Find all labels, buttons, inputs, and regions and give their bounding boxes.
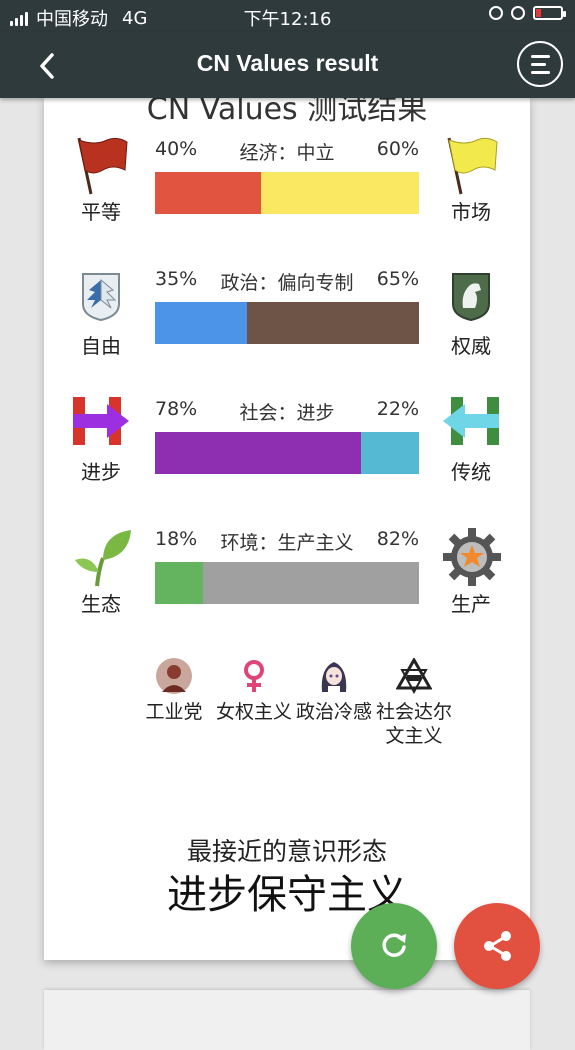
side-liberty: 自由	[71, 270, 131, 359]
signal-icon	[10, 10, 28, 26]
wings-emblem-icon	[73, 270, 129, 326]
menu-icon	[531, 55, 550, 58]
bar-left-segment	[155, 562, 203, 604]
axis-right-percent: 22%	[376, 398, 419, 420]
sprout-icon	[73, 528, 131, 587]
red-flag-icon	[73, 136, 129, 195]
yellow-flag-icon	[443, 136, 499, 195]
side-tradition: 传统	[441, 396, 501, 485]
axis-bar	[155, 562, 419, 604]
horse-emblem-icon	[443, 270, 499, 326]
h-arrow-left-icon	[443, 396, 499, 452]
axis-right-percent: 60%	[376, 138, 419, 160]
side-production: 生产	[441, 528, 501, 617]
side-market: 市场	[441, 136, 501, 225]
axis-bar	[155, 172, 419, 214]
side-label: 平等	[81, 200, 121, 224]
bar-right-segment	[247, 302, 419, 344]
menu-button[interactable]	[517, 41, 563, 87]
tag-label: 社会达尔文主义	[375, 701, 452, 747]
side-label: 生态	[81, 592, 121, 616]
next-card	[44, 990, 530, 1050]
side-label: 权威	[451, 334, 491, 358]
triangle-emblem-icon	[395, 656, 433, 695]
tag-social-darwinism: 社会达尔文主义	[374, 656, 454, 748]
side-ecology: 生态	[71, 528, 131, 617]
female-symbol-icon	[236, 658, 272, 694]
axis-bar	[155, 432, 419, 474]
alarm-icon	[511, 6, 525, 20]
tag-apolitical: 政治冷感	[294, 658, 374, 748]
status-bar: 中国移动 4G 下午12:16	[0, 0, 575, 32]
gear-star-icon	[443, 528, 501, 586]
side-authority: 权威	[441, 270, 501, 359]
bar-right-segment	[260, 172, 419, 214]
tag-label: 工业党	[145, 701, 203, 723]
carrier-name: 中国移动	[36, 9, 108, 30]
h-arrow-right-icon	[73, 396, 129, 452]
tag-label: 女权主义	[215, 701, 292, 723]
side-equality: 平等	[71, 136, 131, 225]
page-title: CN Values result	[196, 50, 379, 76]
portrait-icon	[156, 658, 192, 694]
side-label: 生产	[451, 592, 491, 616]
chevron-left-icon	[40, 53, 54, 79]
tag-industrialist: 工业党	[134, 658, 214, 748]
refresh-button[interactable]	[351, 903, 437, 989]
tag-label: 政治冷感	[295, 701, 372, 723]
share-button[interactable]	[454, 903, 540, 989]
side-label: 传统	[451, 460, 491, 484]
side-label: 市场	[451, 200, 491, 224]
side-label: 自由	[81, 334, 121, 358]
bar-left-segment	[155, 302, 248, 344]
ideology-tags: 工业党 女权主义 政治冷感 社会达尔文主义	[134, 656, 454, 748]
refresh-icon	[382, 933, 406, 957]
axis-bar	[155, 302, 419, 344]
battery-icon	[533, 6, 566, 20]
back-button[interactable]	[30, 46, 70, 86]
menu-icon-line	[531, 71, 550, 74]
side-label: 进步	[81, 460, 121, 484]
bar-right-segment	[202, 562, 419, 604]
tag-feminism: 女权主义	[214, 658, 294, 748]
app-bar: CN Values result	[0, 32, 575, 98]
side-progress: 进步	[71, 396, 131, 485]
axis-right-percent: 82%	[376, 528, 419, 550]
result-card: CN Values 测试结果 40% 经济：中立 60% 平等 市场 35% 政…	[44, 98, 530, 960]
bar-right-segment	[360, 432, 419, 474]
bar-left-segment	[155, 432, 361, 474]
axis-right-percent: 65%	[376, 268, 419, 290]
menu-icon-line	[531, 63, 546, 66]
rotation-lock-icon	[489, 6, 503, 20]
card-title: CN Values 测试结果	[146, 98, 428, 127]
anime-girl-icon	[316, 658, 352, 694]
bar-left-segment	[155, 172, 261, 214]
share-icon	[484, 931, 511, 961]
network-type: 4G	[122, 7, 148, 29]
